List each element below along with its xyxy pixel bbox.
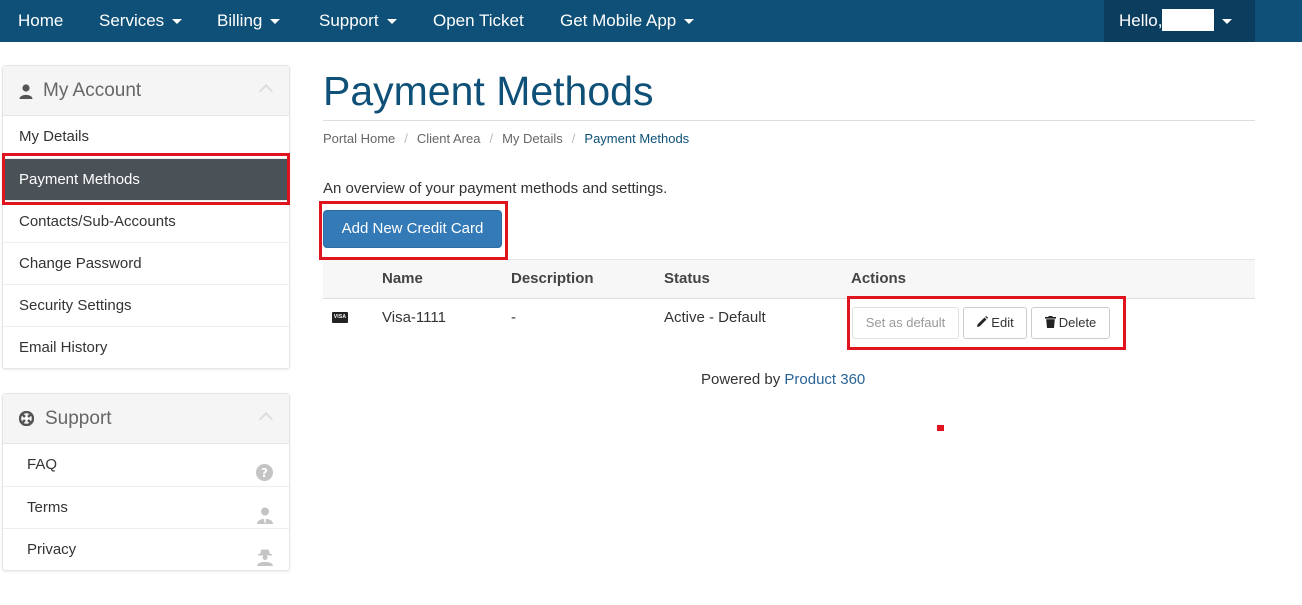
- caret-down-icon: [1222, 19, 1233, 25]
- powered-by-footer: Powered by Product 360: [701, 371, 865, 388]
- my-account-title: My Account: [43, 80, 142, 101]
- sidebar-item-label: Email History: [19, 339, 108, 356]
- nav-services[interactable]: Services: [99, 0, 183, 42]
- nav-services-label: Services: [99, 11, 165, 30]
- breadcrumb-client-area[interactable]: Client Area: [417, 131, 481, 146]
- sidebar-item-label: Contacts/Sub-Accounts: [19, 213, 176, 230]
- sidebar-item-label: Privacy: [27, 541, 77, 558]
- user-icon: [19, 84, 33, 104]
- title-divider: [323, 120, 1255, 121]
- powered-by-text: Powered by: [701, 371, 781, 388]
- sidebar-item-label: My Details: [19, 128, 90, 145]
- sidebar-item-change-password[interactable]: Change Password: [3, 242, 289, 284]
- sidebar-item-security-settings[interactable]: Security Settings: [3, 284, 289, 326]
- payment-method-description: -: [511, 309, 516, 326]
- nav-open-ticket[interactable]: Open Ticket: [433, 0, 524, 42]
- sidebar-item-label: Terms: [27, 499, 68, 516]
- nav-support-label: Support: [319, 11, 379, 30]
- sidebar-item-faq[interactable]: FAQ ?: [3, 444, 289, 486]
- sidebar-item-privacy[interactable]: Privacy: [3, 528, 289, 570]
- intro-text: An overview of your payment methods and …: [323, 180, 668, 197]
- sidebar-item-label: Change Password: [19, 255, 142, 272]
- column-header-actions: Actions: [851, 270, 907, 287]
- page-title: Payment Methods: [323, 68, 654, 114]
- sidebar-item-label: Payment Methods: [19, 171, 140, 188]
- column-header-name: Name: [382, 270, 423, 287]
- column-header-status: Status: [664, 270, 710, 287]
- nav-support[interactable]: Support: [319, 0, 397, 42]
- chevron-up-icon[interactable]: [258, 83, 274, 99]
- caret-down-icon: [172, 19, 183, 25]
- pencil-icon: [977, 316, 989, 328]
- breadcrumb-separator: /: [489, 131, 494, 146]
- breadcrumb-current: Payment Methods: [584, 131, 690, 146]
- table-header-row: Name Description Status Actions: [323, 259, 1255, 299]
- sidebar-item-label: FAQ: [27, 456, 58, 473]
- user-secret-icon: [257, 541, 273, 583]
- nav-get-mobile-app-label: Get Mobile App: [560, 11, 677, 30]
- caret-down-icon: [270, 19, 281, 25]
- payment-method-status: Active - Default: [664, 309, 766, 326]
- breadcrumb-my-details[interactable]: My Details: [502, 131, 563, 146]
- delete-label: Delete: [1058, 315, 1097, 330]
- sidebar-item-email-history[interactable]: Email History: [3, 326, 289, 368]
- breadcrumb-portal-home[interactable]: Portal Home: [323, 131, 395, 146]
- breadcrumb-separator: /: [404, 131, 408, 146]
- support-panel-header[interactable]: Support: [3, 394, 289, 444]
- nav-user-menu[interactable]: Hello,: [1104, 0, 1255, 42]
- support-panel: Support FAQ ? Terms Privacy: [2, 393, 290, 571]
- trash-icon: [1044, 316, 1056, 329]
- nav-home-label: Home: [18, 11, 64, 30]
- delete-button[interactable]: Delete: [1031, 307, 1110, 339]
- sidebar-item-payment-methods[interactable]: Payment Methods: [3, 158, 289, 200]
- column-header-description: Description: [511, 270, 594, 287]
- annotation-dot: [937, 425, 944, 431]
- support-title: Support: [45, 408, 112, 429]
- nav-billing[interactable]: Billing: [217, 0, 281, 42]
- visa-card-icon: VISA: [332, 312, 348, 323]
- nav-open-ticket-label: Open Ticket: [433, 11, 524, 30]
- edit-label: Edit: [991, 315, 1014, 330]
- caret-down-icon: [684, 19, 695, 25]
- set-as-default-label: Set as default: [865, 315, 946, 330]
- sidebar-item-label: Security Settings: [19, 297, 132, 314]
- nav-billing-label: Billing: [217, 11, 263, 30]
- powered-by-link[interactable]: Product 360: [784, 371, 865, 388]
- add-new-credit-card-button[interactable]: Add New Credit Card: [323, 210, 502, 248]
- sidebar-item-contacts[interactable]: Contacts/Sub-Accounts: [3, 200, 289, 242]
- caret-down-icon: [386, 19, 397, 25]
- nav-get-mobile-app[interactable]: Get Mobile App: [560, 0, 695, 42]
- breadcrumb-separator: /: [571, 131, 576, 146]
- life-ring-icon: [18, 410, 35, 431]
- payment-method-name: Visa-1111: [382, 309, 446, 326]
- my-account-panel-header[interactable]: My Account: [3, 66, 289, 116]
- my-account-panel: My Account My Details Payment Methods Co…: [2, 65, 290, 369]
- breadcrumb: Portal Home / Client Area / My Details / Payme…: [323, 131, 689, 146]
- redacted-username: [1162, 9, 1215, 32]
- sidebar-item-terms[interactable]: Terms: [3, 486, 289, 528]
- chevron-up-icon[interactable]: [258, 411, 274, 427]
- sidebar-item-my-details[interactable]: My Details: [3, 116, 289, 158]
- user-greeting: Hello,: [1119, 11, 1163, 30]
- edit-button[interactable]: Edit: [963, 307, 1027, 339]
- top-navbar: Home Services Billing Support Open Ticke…: [0, 0, 1302, 42]
- svg-text:?: ?: [261, 466, 268, 480]
- set-as-default-button[interactable]: Set as default: [852, 307, 959, 339]
- nav-home[interactable]: Home: [18, 0, 63, 42]
